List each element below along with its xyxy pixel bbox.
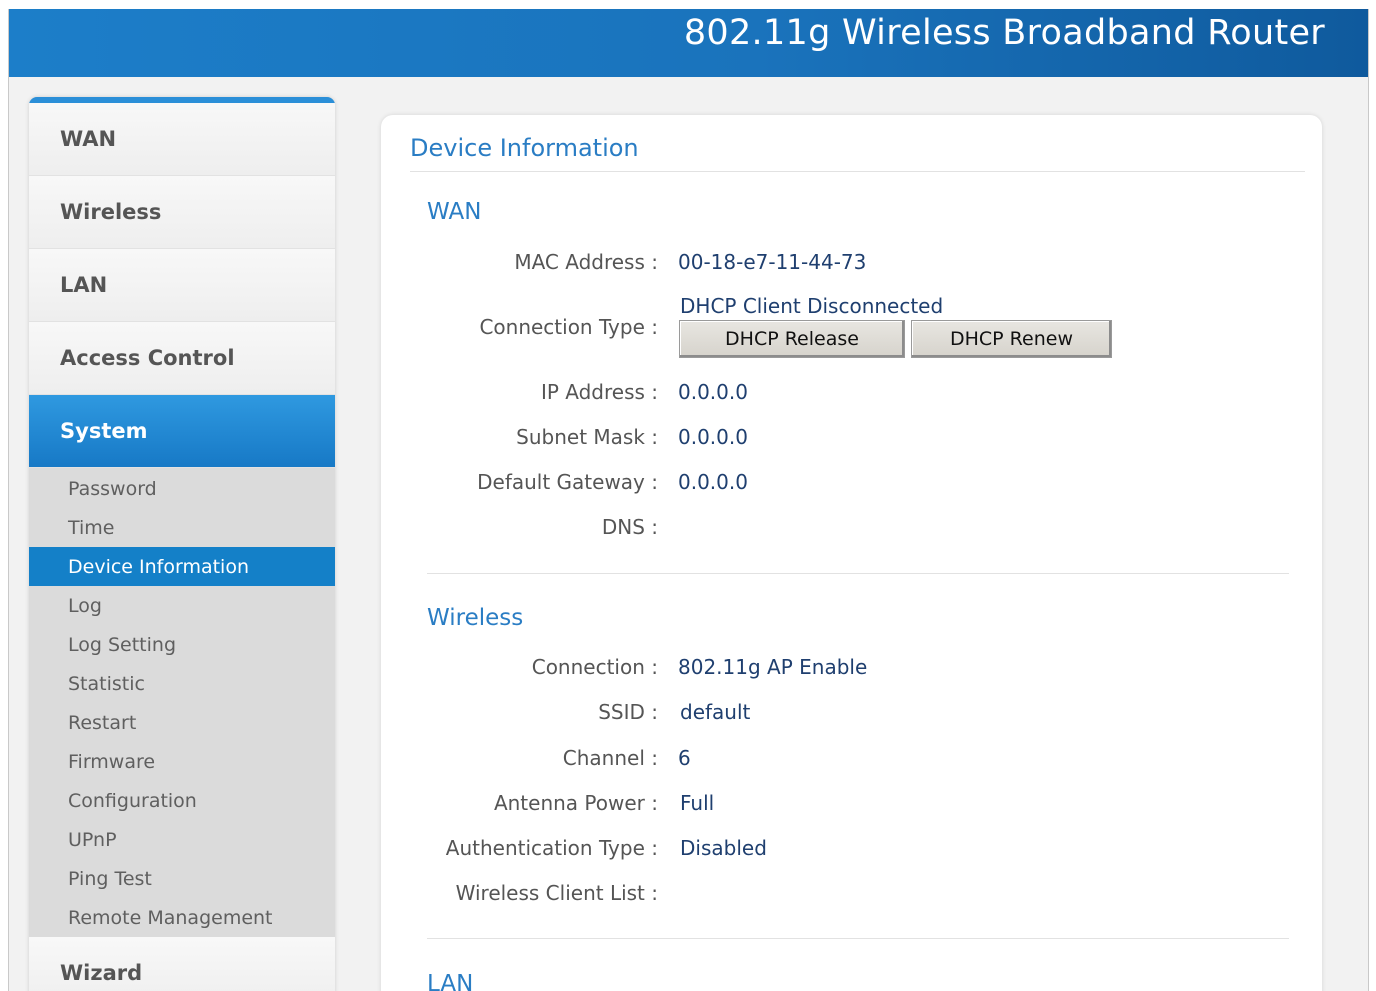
section-title-wireless: Wireless [427, 605, 524, 631]
menu-item-wizard[interactable]: Wizard [29, 937, 335, 991]
menu-item-wan[interactable]: WAN [29, 103, 335, 176]
dhcp-release-button[interactable]: DHCP Release [679, 320, 905, 358]
router-admin-window: 802.11g Wireless Broadband Router WAN Wi… [8, 9, 1369, 991]
wireless-connection-label: Connection : [531, 655, 658, 679]
submenu-item-statistic[interactable]: Statistic [29, 664, 335, 703]
submenu-item-ping-test[interactable]: Ping Test [29, 859, 335, 898]
subnet-mask-value: 0.0.0.0 [678, 425, 748, 449]
authentication-type-label: Authentication Type : [445, 836, 658, 860]
section-title-wan: WAN [427, 199, 482, 225]
submenu-item-device-information[interactable]: Device Information [29, 547, 335, 586]
subnet-mask-label: Subnet Mask : [516, 425, 658, 449]
submenu-item-time[interactable]: Time [29, 508, 335, 547]
system-submenu: Password Time Device Information Log Log… [29, 468, 335, 937]
section-divider [427, 938, 1289, 939]
submenu-item-log[interactable]: Log [29, 586, 335, 625]
page-title: Device Information [410, 134, 639, 162]
wireless-client-list-label: Wireless Client List : [455, 881, 658, 905]
dns-label: DNS : [601, 515, 658, 539]
menu-item-access-control[interactable]: Access Control [29, 322, 335, 395]
mac-address-value: 00-18-e7-11-44-73 [678, 250, 867, 274]
menu-item-system[interactable]: System [29, 395, 335, 468]
authentication-type-value: Disabled [680, 836, 767, 860]
header-banner: 802.11g Wireless Broadband Router [9, 9, 1368, 77]
title-divider [410, 171, 1305, 172]
section-title-lan: LAN [427, 971, 474, 991]
channel-value: 6 [678, 746, 691, 770]
header-title: 802.11g Wireless Broadband Router [683, 13, 1325, 53]
connection-type-value: DHCP Client Disconnected [680, 294, 944, 318]
ssid-value: default [680, 700, 751, 724]
submenu-item-log-setting[interactable]: Log Setting [29, 625, 335, 664]
default-gateway-value: 0.0.0.0 [678, 470, 748, 494]
submenu-item-restart[interactable]: Restart [29, 703, 335, 742]
mac-address-label: MAC Address : [514, 250, 658, 274]
dhcp-renew-button[interactable]: DHCP Renew [911, 320, 1112, 358]
submenu-item-configuration[interactable]: Configuration [29, 781, 335, 820]
submenu-item-password[interactable]: Password [29, 469, 335, 508]
antenna-power-label: Antenna Power : [493, 791, 658, 815]
submenu-item-remote-management[interactable]: Remote Management [29, 898, 335, 937]
ssid-label: SSID : [598, 700, 658, 724]
sidebar-nav: WAN Wireless LAN Access Control System P… [29, 97, 335, 991]
device-information-panel: Device Information WAN MAC Address : 00-… [381, 115, 1322, 991]
submenu-item-firmware[interactable]: Firmware [29, 742, 335, 781]
section-divider [427, 573, 1289, 574]
ip-address-value: 0.0.0.0 [678, 380, 748, 404]
menu-item-wireless[interactable]: Wireless [29, 176, 335, 249]
channel-label: Channel : [562, 746, 658, 770]
default-gateway-label: Default Gateway : [477, 470, 658, 494]
connection-type-label: Connection Type : [479, 315, 658, 339]
antenna-power-value: Full [680, 791, 715, 815]
wireless-connection-value: 802.11g AP Enable [678, 655, 868, 679]
ip-address-label: IP Address : [540, 380, 658, 404]
menu-item-lan[interactable]: LAN [29, 249, 335, 322]
submenu-item-upnp[interactable]: UPnP [29, 820, 335, 859]
